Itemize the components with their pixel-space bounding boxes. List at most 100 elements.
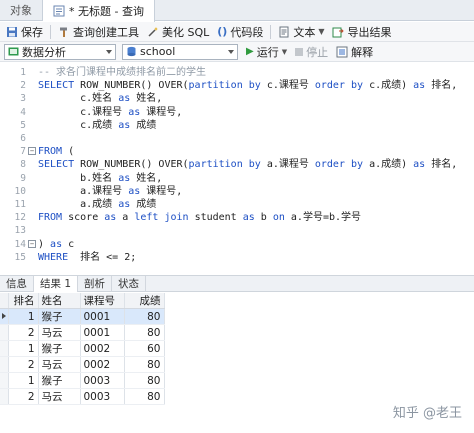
watermark: 知乎 @老王 bbox=[393, 402, 462, 421]
parentheses-icon: () bbox=[217, 25, 228, 38]
row-indicator[interactable] bbox=[0, 308, 9, 325]
sql-keyword: partition by bbox=[188, 80, 267, 92]
sql-keyword: as bbox=[50, 238, 69, 250]
tab-result-1[interactable]: 结果 1 bbox=[34, 276, 79, 292]
result-grid[interactable]: 排名 姓名 课程号 成绩 1 猴子 0001 80 2 马云 0001 80 1 猴子 0002 60… bbox=[0, 293, 474, 405]
sql-token: 排名, bbox=[431, 80, 458, 92]
sql-keyword: as bbox=[242, 212, 261, 224]
code-line[interactable]: 15 WHERE 排名 <= 2; bbox=[0, 250, 474, 265]
run-button[interactable]: ▶ 运行 ▼ bbox=[242, 43, 291, 61]
sql-keyword: on bbox=[272, 212, 291, 224]
fold-toggle-icon[interactable]: − bbox=[28, 147, 36, 156]
tab-info[interactable]: 信息 bbox=[0, 276, 34, 292]
sql-keyword: as bbox=[128, 185, 147, 197]
sql-token: 课程号, bbox=[146, 185, 183, 197]
cell-rank[interactable]: 1 bbox=[8, 340, 39, 357]
save-icon bbox=[7, 26, 17, 37]
explain-icon bbox=[336, 46, 348, 57]
cell-rank[interactable]: 1 bbox=[8, 372, 39, 389]
column-header-name[interactable]: 姓名 bbox=[38, 293, 81, 309]
sql-keyword: partition by bbox=[188, 159, 267, 171]
tab-profile[interactable]: 剖析 bbox=[78, 276, 113, 292]
sql-keyword: SELECT bbox=[38, 80, 81, 92]
grid-header-row: 排名 姓名 课程号 成绩 bbox=[0, 293, 165, 309]
table-row[interactable]: 1 猴子 0001 80 bbox=[0, 308, 165, 325]
stop-button[interactable]: 停止 bbox=[291, 43, 332, 61]
cell-name[interactable]: 马云 bbox=[38, 388, 81, 405]
row-indicator[interactable] bbox=[0, 324, 9, 341]
chevron-down-icon: ▼ bbox=[318, 27, 325, 36]
sql-token: 成绩 bbox=[136, 199, 157, 210]
cell-score[interactable]: 80 bbox=[124, 388, 165, 405]
tab-strip: 对象 * 无标题 - 查询 bbox=[0, 0, 474, 22]
cell-rank[interactable]: 2 bbox=[8, 324, 39, 341]
row-indicator[interactable] bbox=[0, 356, 9, 373]
cell-name[interactable]: 猴子 bbox=[38, 340, 81, 357]
database-select[interactable]: school bbox=[122, 43, 238, 60]
connection-select[interactable]: 数据分析 bbox=[4, 43, 116, 60]
sql-token: score bbox=[68, 212, 105, 224]
tab-status[interactable]: 状态 bbox=[112, 276, 147, 292]
cell-name[interactable]: 马云 bbox=[38, 324, 81, 341]
cell-name[interactable]: 马云 bbox=[38, 356, 81, 373]
sql-token: b bbox=[260, 212, 273, 224]
sql-keyword: order by bbox=[314, 159, 370, 171]
cell-score[interactable]: 80 bbox=[124, 324, 165, 341]
play-icon: ▶ bbox=[246, 46, 254, 57]
sql-keyword: as bbox=[118, 199, 137, 210]
sql-token: a.成绩 bbox=[38, 199, 119, 210]
table-row[interactable]: 2 马云 0002 80 bbox=[0, 356, 165, 373]
row-indicator[interactable] bbox=[0, 372, 9, 389]
database-value: school bbox=[140, 45, 176, 58]
column-header-course[interactable]: 课程号 bbox=[80, 293, 125, 309]
cell-course[interactable]: 0001 bbox=[80, 324, 125, 341]
beautify-sql-button[interactable]: 美化 SQL bbox=[143, 23, 213, 41]
sql-keyword: as bbox=[128, 106, 147, 118]
query-builder-button[interactable]: 查询创建工具 bbox=[54, 23, 143, 41]
cell-score[interactable]: 80 bbox=[124, 356, 165, 373]
tab-objects[interactable]: 对象 bbox=[0, 0, 43, 21]
cell-name[interactable]: 猴子 bbox=[38, 308, 81, 325]
sql-keyword: as bbox=[118, 93, 137, 105]
tab-untitled-query[interactable]: * 无标题 - 查询 bbox=[43, 0, 155, 22]
cell-course[interactable]: 0003 bbox=[80, 372, 125, 389]
sql-keyword: as bbox=[118, 119, 137, 131]
fold-toggle-icon[interactable]: − bbox=[28, 239, 36, 248]
connection-selector-bar: 数据分析 school ▶ 运行 ▼ 停止 解释 bbox=[0, 42, 474, 62]
column-header-score[interactable]: 成绩 bbox=[124, 293, 165, 309]
sql-keyword: as bbox=[118, 172, 137, 184]
cell-course[interactable]: 0002 bbox=[80, 356, 125, 373]
text-mode-button[interactable]: 文本 ▼ bbox=[274, 23, 328, 41]
sql-token: a.学号=b.学号 bbox=[290, 212, 362, 224]
cell-course[interactable]: 0002 bbox=[80, 340, 125, 357]
code-snippet-button[interactable]: () 代码段 bbox=[213, 23, 267, 41]
cell-score[interactable]: 80 bbox=[124, 372, 165, 389]
save-button[interactable]: 保存 bbox=[2, 23, 47, 41]
table-row[interactable]: 2 马云 0003 80 bbox=[0, 388, 165, 405]
cell-course[interactable]: 0003 bbox=[80, 388, 125, 405]
query-builder-label: 查询创建工具 bbox=[73, 25, 139, 39]
sql-token: a.课程号 bbox=[266, 159, 315, 171]
cell-course[interactable]: 0001 bbox=[80, 308, 125, 325]
sql-token: c.成绩 bbox=[38, 119, 119, 131]
table-row[interactable]: 1 猴子 0003 80 bbox=[0, 372, 165, 389]
table-row[interactable]: 1 猴子 0002 60 bbox=[0, 340, 165, 357]
export-results-button[interactable]: 导出结果 bbox=[328, 23, 395, 41]
cell-rank[interactable]: 2 bbox=[8, 388, 39, 405]
sql-editor[interactable]: 1 -- 求各门课程中成绩排名前二的学生 2 SELECT ROW_NUMBER() … bbox=[0, 62, 474, 272]
result-tab-strip: 信息 结果 1 剖析 状态 bbox=[0, 275, 474, 292]
table-row[interactable]: 2 马云 0001 80 bbox=[0, 324, 165, 341]
cell-name[interactable]: 猴子 bbox=[38, 372, 81, 389]
cell-rank[interactable]: 2 bbox=[8, 356, 39, 373]
row-indicator[interactable] bbox=[0, 388, 9, 405]
cell-score[interactable]: 60 bbox=[124, 340, 165, 357]
row-indicator[interactable] bbox=[0, 340, 9, 357]
sql-keyword: left join bbox=[134, 212, 195, 224]
explain-button[interactable]: 解释 bbox=[332, 43, 377, 61]
tab-objects-label: 对象 bbox=[10, 4, 32, 17]
watermark-text: 知乎 @老王 bbox=[392, 406, 462, 421]
cell-score[interactable]: 80 bbox=[124, 308, 165, 325]
sql-token: ROW_NUMBER() OVER( bbox=[80, 159, 189, 171]
column-header-rank[interactable]: 排名 bbox=[8, 293, 39, 309]
cell-rank[interactable]: 1 bbox=[8, 308, 39, 325]
